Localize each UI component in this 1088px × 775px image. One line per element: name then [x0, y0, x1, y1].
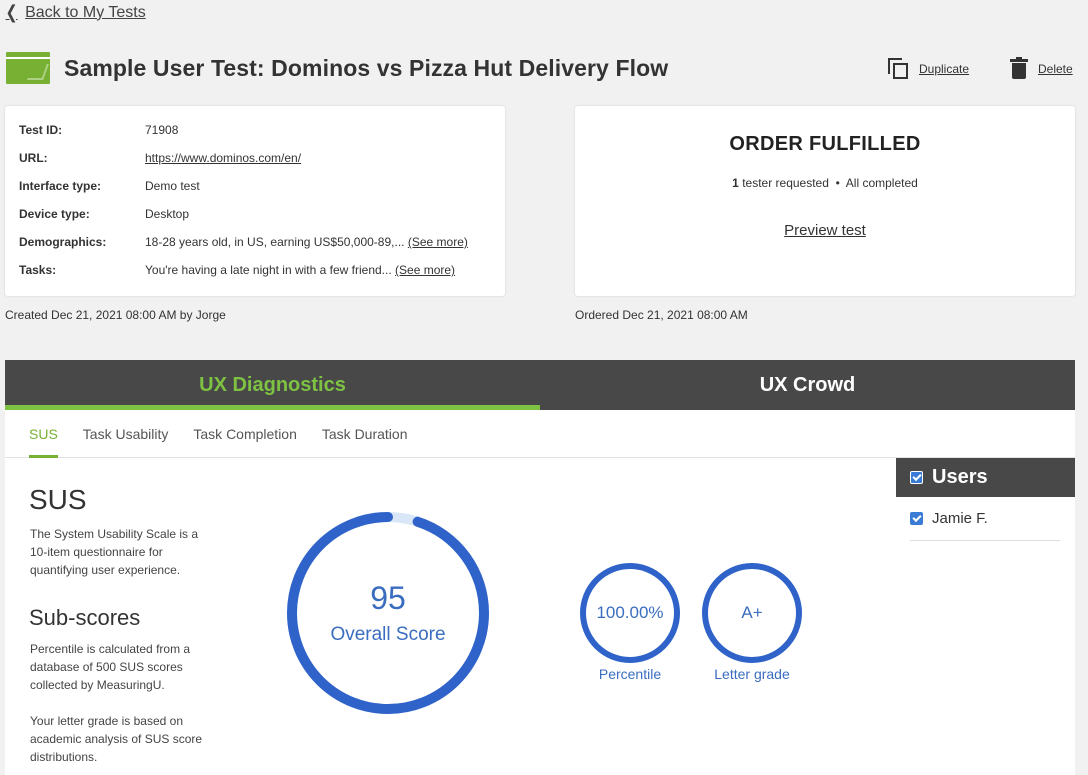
trash-icon [1010, 57, 1028, 80]
info-label: Device type: [19, 207, 90, 221]
subtab-task-duration[interactable]: Task Duration [322, 410, 408, 458]
info-row-tasks: Tasks: You're having a late night in wit… [19, 256, 491, 284]
info-row-demographics: Demographics: 18-28 years old, in US, ea… [19, 228, 491, 256]
duplicate-button[interactable]: Duplicate [888, 58, 969, 79]
info-value: Desktop [145, 207, 190, 221]
tester-count: 1 [732, 176, 739, 190]
separator-dot: • [835, 176, 840, 190]
back-link-label: Back to My Tests [25, 3, 146, 21]
info-label: Tasks: [19, 263, 57, 277]
percentile-label: Percentile [598, 666, 662, 682]
subscores-description-percentile: Percentile is calculated from a database… [30, 642, 191, 692]
percentile-ring: 100.00% [580, 563, 680, 663]
delete-button[interactable]: Delete [1010, 57, 1073, 80]
user-name: Jamie F. [932, 510, 988, 527]
info-label: Demographics: [19, 235, 107, 249]
user-row[interactable]: Jamie F. [910, 497, 1060, 541]
completed-text: All completed [845, 176, 918, 190]
results-panel: UX Diagnostics UX Crowd SUS Task Usabili… [5, 360, 1075, 775]
grade-value: A+ [741, 603, 763, 622]
sus-description: The System Usability Scale is a 10-item … [30, 527, 199, 577]
see-more-demographics-link[interactable]: (See more) [408, 235, 468, 249]
tester-summary: 1 tester requested • All completed [575, 176, 1075, 190]
preview-test-link[interactable]: Preview test [784, 222, 866, 239]
subtab-task-completion[interactable]: Task Completion [193, 410, 297, 458]
sub-tabs: SUS Task Usability Task Completion Task … [5, 410, 1075, 458]
info-value: 71908 [145, 123, 179, 137]
percentile-value: 100.00% [596, 603, 664, 622]
test-card-icon [6, 52, 50, 84]
ordered-meta: Ordered Dec 21, 2021 08:00 AM [575, 308, 748, 322]
tester-text: tester requested [742, 176, 829, 190]
info-label: URL: [19, 151, 48, 165]
duplicate-label: Duplicate [919, 61, 970, 76]
tab-ux-diagnostics[interactable]: UX Diagnostics [5, 360, 540, 410]
see-more-tasks-link[interactable]: (See more) [395, 263, 455, 277]
url-link[interactable]: https://www.dominos.com/en/ [145, 151, 301, 165]
order-status-card: ORDER FULFILLED 1 tester requested • All… [575, 106, 1075, 296]
copy-icon [888, 58, 909, 79]
main-tabs: UX Diagnostics UX Crowd [5, 360, 1075, 410]
chevron-left-icon: ❮ [5, 2, 18, 22]
info-row-test-id: Test ID: 71908 [19, 116, 491, 144]
overall-score-value: 95 [370, 580, 406, 616]
users-title: Users [932, 466, 988, 488]
grade-label: Letter grade [714, 666, 790, 682]
users-header: Users [896, 458, 1075, 497]
users-panel: Users Jamie F. [896, 458, 1075, 541]
info-row-url: URL: https://www.dominos.com/en/ [19, 144, 491, 172]
info-label: Test ID: [19, 123, 63, 137]
overall-score-label: Overall Score [330, 624, 446, 645]
checkbox-checked-icon[interactable] [910, 471, 923, 484]
tab-ux-crowd[interactable]: UX Crowd [540, 360, 1075, 410]
info-value: Demo test [145, 179, 200, 193]
created-meta: Created Dec 21, 2021 08:00 AM by Jorge [5, 308, 226, 322]
subscores-heading: Sub-scores [29, 605, 141, 630]
grade-ring: A+ [702, 563, 802, 663]
info-value: You're having a late night in with a few… [145, 263, 392, 277]
test-info-card: Test ID: 71908 URL: https://www.dominos.… [5, 106, 505, 296]
delete-label: Delete [1038, 62, 1073, 76]
subtab-sus[interactable]: SUS [29, 410, 58, 458]
info-row-device-type: Device type: Desktop [19, 200, 491, 228]
back-to-tests-link[interactable]: ❮ Back to My Tests [4, 2, 146, 23]
order-status-title: ORDER FULFILLED [729, 133, 921, 155]
sus-heading: SUS [29, 484, 87, 515]
title-row: Sample User Test: Dominos vs Pizza Hut D… [6, 52, 668, 84]
subscores-description-grade: Your letter grade is based on academic a… [30, 714, 203, 764]
info-row-interface-type: Interface type: Demo test [19, 172, 491, 200]
page-title: Sample User Test: Dominos vs Pizza Hut D… [64, 54, 669, 81]
subtab-task-usability[interactable]: Task Usability [83, 410, 169, 458]
info-value: 18-28 years old, in US, earning US$50,00… [145, 235, 405, 249]
info-label: Interface type: [19, 179, 102, 193]
checkbox-checked-icon[interactable] [910, 512, 923, 525]
